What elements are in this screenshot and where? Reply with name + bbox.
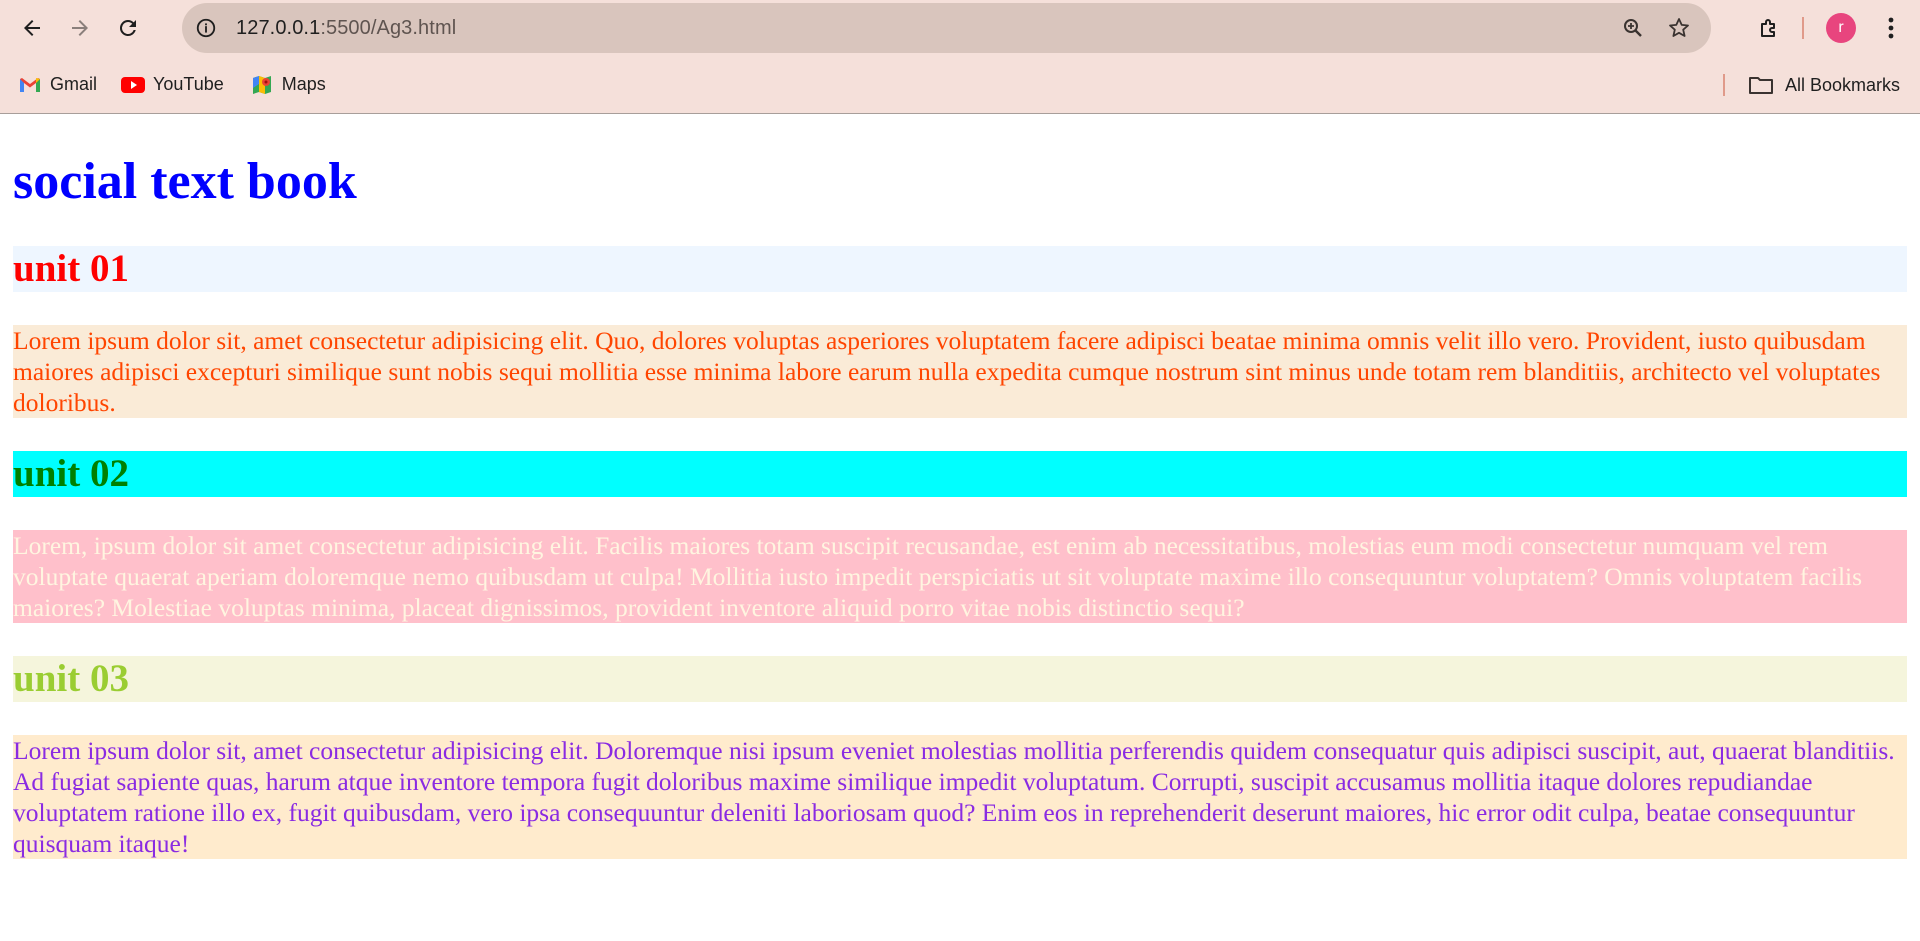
bookmark-star-button[interactable] [1661, 10, 1697, 46]
all-bookmarks-label: All Bookmarks [1784, 74, 1900, 95]
bookmarks-bar: Gmail YouTube Maps All Bookmarks [0, 56, 1920, 114]
extensions-button[interactable] [1750, 8, 1790, 48]
unit-heading: unit 01 [13, 246, 1907, 292]
all-bookmarks-button[interactable]: All Bookmarks [1747, 73, 1900, 97]
bookmark-gmail[interactable]: Gmail [18, 73, 97, 97]
bookmarks-divider [1722, 74, 1725, 96]
reload-icon [119, 19, 136, 36]
maps-icon [250, 73, 274, 97]
site-info-button[interactable] [188, 10, 224, 46]
info-icon [196, 18, 216, 38]
reload-button[interactable] [108, 8, 148, 48]
bookmark-label: Maps [281, 74, 326, 94]
unit-paragraph: Lorem ipsum dolor sit, amet consectetur … [13, 325, 1907, 418]
url-path: :5500/Ag3.html [320, 16, 457, 39]
back-button[interactable] [12, 8, 52, 48]
url-text[interactable]: 127.0.0.1:5500/Ag3.html [236, 17, 456, 40]
bookmark-label: Gmail [50, 74, 98, 94]
profile-avatar[interactable]: r [1826, 13, 1856, 43]
zoom-button[interactable] [1615, 10, 1651, 46]
more-vertical-icon [1888, 17, 1894, 39]
bookmark-youtube[interactable]: YouTube [121, 73, 224, 97]
arrow-right-icon [72, 20, 88, 36]
star-icon [1669, 18, 1689, 37]
unit-heading: unit 02 [13, 451, 1907, 497]
unit-paragraph: Lorem, ipsum dolor sit amet consectetur … [13, 530, 1907, 623]
zoom-icon [1624, 19, 1642, 37]
page-title: social text book [13, 153, 357, 210]
browser-toolbar: 127.0.0.1:5500/Ag3.html r [0, 0, 1920, 56]
folder-icon [1747, 73, 1775, 97]
bookmark-label: YouTube [153, 74, 224, 94]
bookmark-maps[interactable]: Maps [250, 73, 326, 97]
address-bar[interactable]: 127.0.0.1:5500/Ag3.html [182, 3, 1711, 53]
unit-paragraph: Lorem ipsum dolor sit, amet consectetur … [13, 735, 1907, 859]
toolbar-divider [1802, 17, 1804, 39]
youtube-icon [121, 73, 146, 97]
unit-heading: unit 03 [13, 656, 1907, 702]
arrow-left-icon [24, 20, 40, 36]
page-content: social text book unit 01 Lorem ipsum dol… [0, 152, 1920, 859]
puzzle-icon [1761, 19, 1775, 37]
chrome-menu-button[interactable] [1876, 8, 1906, 48]
url-host: 127.0.0.1 [236, 16, 321, 39]
gmail-icon [18, 73, 42, 97]
forward-button[interactable] [60, 8, 100, 48]
